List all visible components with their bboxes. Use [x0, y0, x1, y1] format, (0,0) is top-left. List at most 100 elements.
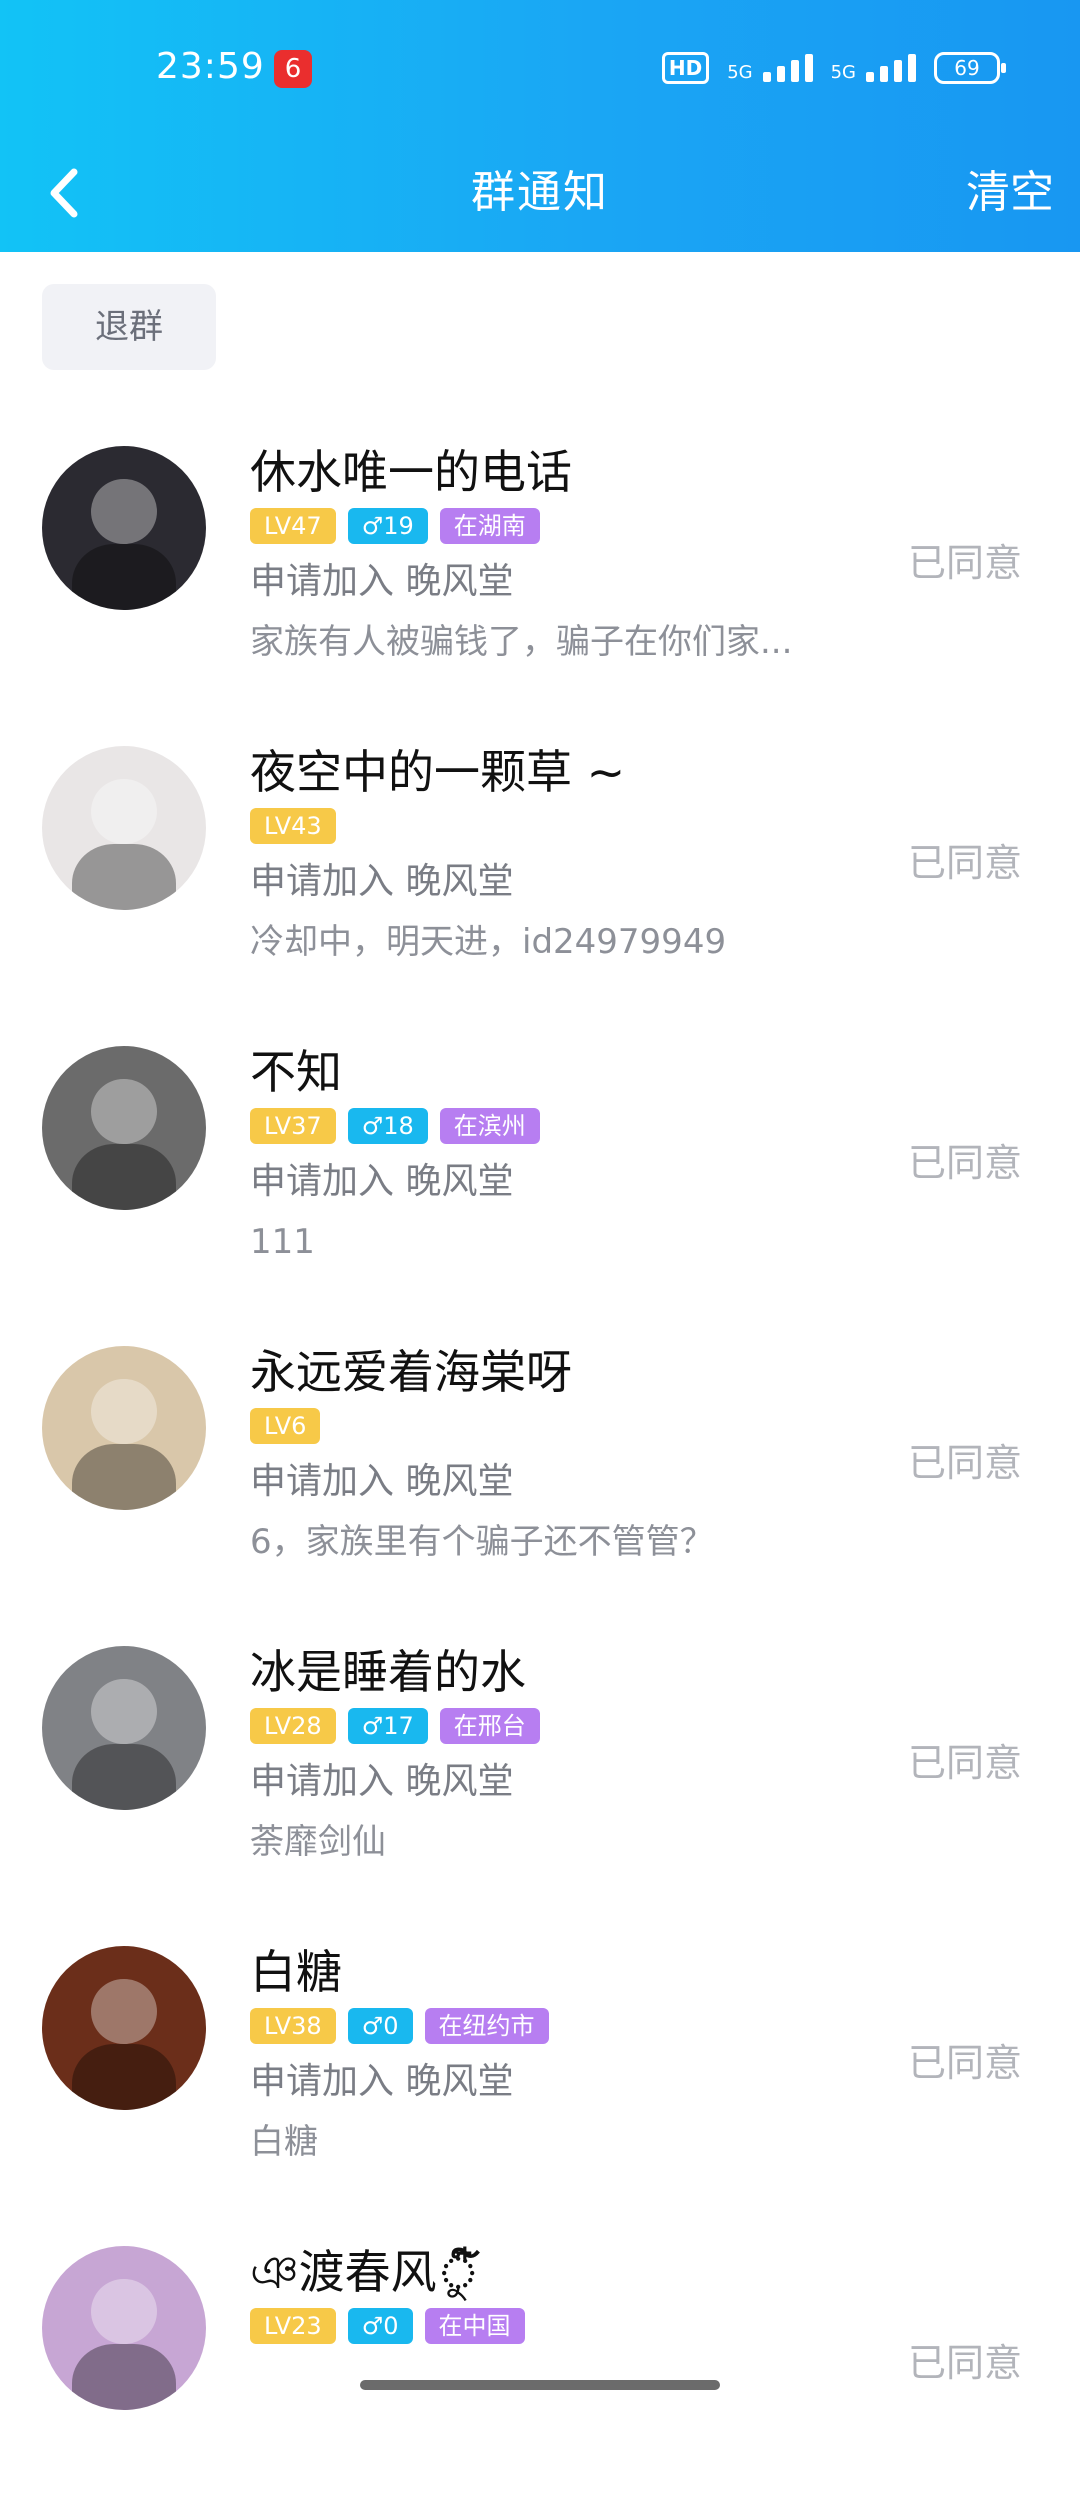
request-text: 申请加入 晚风堂	[250, 2061, 514, 2102]
notice-info: 永远爱着海棠呀 LV6 申请加入 晚风堂 6，家族里有个骗子还不管管？	[250, 1344, 870, 1562]
avatar-body	[71, 1744, 177, 1810]
avatar[interactable]	[42, 1646, 206, 1810]
gender-age-tag: ♂17	[347, 1708, 428, 1744]
avatar[interactable]	[42, 1346, 206, 1510]
avatar-body	[71, 544, 177, 610]
user-name: 永远爱着海棠呀	[250, 1345, 572, 1399]
gender-age-tag: ♂0	[347, 2008, 413, 2044]
tag-group: LV47 ♂19 在湖南	[250, 508, 870, 544]
notice-row[interactable]: 夜空中的一颗草 ~ LV43 申请加入 晚风堂冷却中，明天进，id24979949 已…	[0, 720, 1080, 1020]
avatar-face	[91, 1678, 157, 1745]
location-tag: 在邢台	[439, 1708, 540, 1744]
avatar-body	[71, 2044, 177, 2110]
status-bar: 23:59 6 HD 5G 5G 69	[0, 0, 1080, 140]
status-text: 已同意	[907, 1741, 1022, 1785]
level-tag: LV43	[250, 808, 336, 844]
user-name: 不知	[250, 1045, 342, 1099]
request-text: 申请加入 晚风堂	[250, 1761, 514, 1802]
level-tag: LV23	[250, 2308, 336, 2344]
avatar-face	[91, 1978, 157, 2045]
tag-group: LV23 ♂0 在中国	[250, 2308, 870, 2344]
notice-list: 休水唯一的电话 LV47 ♂19 在湖南 申请加入 晚风堂 家族有人被骗钱了，骗子在你们家…	[0, 420, 1080, 2520]
notice-row[interactable]: 休水唯一的电话 LV47 ♂19 在湖南申请加入 晚风堂家族有人被骗钱了，骗子在你们家…	[0, 420, 1080, 720]
signal-bar	[790, 60, 799, 82]
status-right-group: HD 5G 5G 69	[661, 48, 1006, 88]
gender-age-tag: ♂19	[347, 508, 428, 544]
notice-row[interactable]: 冰是睡着的水 LV28 ♂17 在邢台 申请加入 晚风堂 荼靡剑仙 已同意	[0, 1620, 1080, 1920]
tag-group: LV28 ♂17 在邢台	[250, 1708, 870, 1744]
request-message: 家族有人被骗钱了，骗子在你们家...	[250, 622, 793, 662]
level-tag: LV47	[250, 508, 336, 544]
gender-age-tag: ♂18	[347, 1108, 428, 1144]
request-text: 申请加入 晚风堂	[250, 861, 514, 902]
music-app-icon: 6	[274, 50, 312, 88]
home-indicator	[360, 2380, 720, 2390]
battery-icon: 69	[934, 52, 1006, 84]
signal-icon: 5G	[727, 54, 813, 83]
notice-row[interactable]: 白糖 LV38 ♂0 在纽约市 申请加入 晚风堂 白糖 已同意	[0, 1920, 1080, 2220]
location-tag: 在纽约市	[424, 2008, 549, 2044]
tag-group: LV37 ♂18 在滨州	[250, 1108, 870, 1144]
signal-bar	[762, 72, 771, 82]
user-name: 冰是睡着的水	[250, 1645, 526, 1699]
user-name: 休水唯一的电话	[250, 445, 572, 499]
status-text: 已同意	[907, 841, 1022, 885]
signal-label: 5G	[830, 62, 856, 83]
top-bar: 23:59 6 HD 5G 5G 69 群通知 清空	[0, 0, 1080, 252]
avatar-body	[71, 844, 177, 910]
level-tag: LV6	[250, 1408, 321, 1444]
avatar[interactable]	[42, 2246, 206, 2410]
quit-group-button[interactable]: 退群	[42, 284, 216, 370]
request-text: 申请加入 晚风堂	[250, 1161, 514, 1202]
request-message: 白糖	[250, 2122, 318, 2162]
avatar-body	[71, 1444, 177, 1510]
avatar-face	[91, 1378, 157, 1445]
signal-bar	[880, 66, 888, 82]
request-message: 6，家族里有个骗子还不管管？	[250, 1522, 714, 1562]
request-message: 冷却中，明天进，id24979949	[250, 922, 727, 962]
status-text: 已同意	[907, 541, 1022, 585]
signal-label: 5G	[727, 62, 753, 83]
level-tag: LV28	[250, 1708, 336, 1744]
notice-info: ঞ渡春风ু໌໋ LV23 ♂0 在中国	[250, 2244, 870, 2344]
notice-info: 夜空中的一颗草 ~ LV43 申请加入 晚风堂冷却中，明天进，id24979949	[250, 744, 870, 962]
avatar-body	[71, 1144, 177, 1210]
request-text: 申请加入 晚风堂	[250, 1461, 514, 1502]
avatar[interactable]	[42, 746, 206, 910]
location-tag: 在滨州	[439, 1108, 540, 1144]
signal-bar	[776, 66, 785, 82]
tag-group: LV6	[250, 1408, 870, 1444]
avatar[interactable]	[42, 1046, 206, 1210]
location-tag: 在中国	[424, 2308, 525, 2344]
signal-icon: 5G	[831, 54, 916, 82]
avatar-body	[71, 2344, 177, 2410]
signal-bar	[804, 54, 813, 82]
gender-age-tag: ♂0	[347, 2308, 413, 2344]
tag-group: LV43	[250, 808, 870, 844]
user-name: 白糖	[250, 1945, 342, 1999]
signal-bar	[908, 54, 916, 82]
avatar-face	[91, 1078, 157, 1145]
notice-row[interactable]: 永远爱着海棠呀 LV6 申请加入 晚风堂 6，家族里有个骗子还不管管？ 已同意	[0, 1320, 1080, 1620]
notice-row[interactable]: ঞ渡春风ু໌໋ LV23 ♂0 在中国 已同意	[0, 2220, 1080, 2520]
clear-button[interactable]: 清空	[966, 156, 1054, 220]
notice-info: 休水唯一的电话 LV47 ♂19 在湖南申请加入 晚风堂家族有人被骗钱了，骗子在你们家…	[250, 444, 870, 662]
avatar[interactable]	[42, 446, 206, 610]
nav-bar: 群通知 清空	[0, 140, 1080, 252]
request-text: 申请加入 晚风堂	[250, 561, 514, 602]
avatar-face	[91, 778, 157, 845]
level-tag: LV37	[250, 1108, 336, 1144]
notice-row[interactable]: 不知 LV37 ♂18 在滨州 申请加入 晚风堂 111 已同意	[0, 1020, 1080, 1320]
avatar-face	[91, 478, 157, 545]
level-tag: LV38	[250, 2008, 336, 2044]
avatar[interactable]	[42, 1946, 206, 2110]
hd-icon: HD	[661, 52, 710, 84]
user-name: 夜空中的一颗草 ~	[250, 745, 626, 799]
request-message: 111	[250, 1222, 315, 1262]
location-tag: 在湖南	[439, 508, 540, 544]
status-text: 已同意	[907, 1441, 1022, 1485]
page-title: 群通知	[471, 167, 609, 218]
notice-info: 不知 LV37 ♂18 在滨州申请加入 晚风堂 111	[250, 1044, 870, 1262]
notice-info: 白糖 LV38 ♂0 在纽约市 申请加入 晚风堂 白糖	[250, 1944, 870, 2162]
status-text: 已同意	[907, 2341, 1022, 2385]
